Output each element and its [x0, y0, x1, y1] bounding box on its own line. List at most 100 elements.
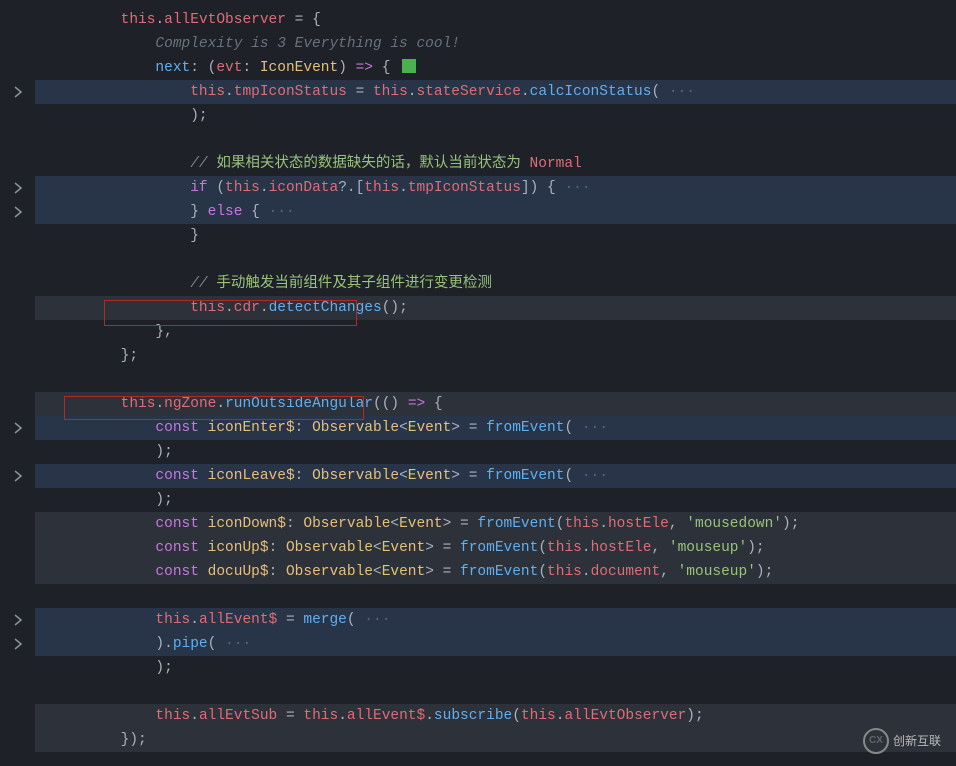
fold-marker: [0, 248, 35, 272]
token-punct: .: [338, 708, 347, 724]
token-method: fromEvent: [486, 420, 564, 436]
token-keyword: if: [190, 180, 207, 196]
token-this: this: [521, 708, 556, 724]
token-method: detectChanges: [269, 300, 382, 316]
token-punct: );: [190, 108, 207, 124]
code-line[interactable]: const iconUp$: Observable<Event> = fromE…: [35, 536, 956, 560]
code-line[interactable]: // 手动触发当前组件及其子组件进行变更检测: [35, 272, 956, 296]
token-prop: cdr: [234, 300, 260, 316]
token-punct: (: [347, 612, 356, 628]
token-punct: .: [225, 300, 234, 316]
fold-marker: [0, 536, 35, 560]
code-line[interactable]: });: [35, 728, 956, 752]
token-punct: .: [190, 612, 199, 628]
token-this: this: [155, 708, 190, 724]
code-line[interactable]: Complexity is 3 Everything is cool!: [35, 32, 956, 56]
token-type: Observable: [312, 420, 399, 436]
token-type: Event: [408, 420, 452, 436]
token-string: 'mouseup': [678, 564, 756, 580]
code-line[interactable]: [35, 584, 956, 608]
fold-marker: [0, 320, 35, 344]
token-punct: =: [347, 84, 373, 100]
fold-chevron-icon[interactable]: [0, 200, 35, 224]
token-punct: ((): [373, 396, 408, 412]
code-line[interactable]: [35, 248, 956, 272]
token-this: this: [225, 180, 260, 196]
token-method: fromEvent: [460, 540, 538, 556]
fold-marker: [0, 344, 35, 368]
code-line[interactable]: [35, 368, 956, 392]
code-line[interactable]: this.tmpIconStatus = this.stateService.c…: [35, 80, 956, 104]
token-punct: ,: [651, 540, 668, 556]
code-line[interactable]: [35, 128, 956, 152]
token-punct: .: [599, 516, 608, 532]
fold-marker: [0, 56, 35, 80]
fold-gutter: [0, 0, 35, 766]
code-line[interactable]: },: [35, 320, 956, 344]
token-punct: .: [190, 708, 199, 724]
token-punct: :: [295, 420, 312, 436]
token-const: iconLeave$: [208, 468, 295, 484]
token-punct: .: [582, 540, 591, 556]
fold-chevron-icon[interactable]: [0, 176, 35, 200]
token-punct: {: [373, 60, 399, 76]
code-line[interactable]: ).pipe( ···: [35, 632, 956, 656]
token-method: fromEvent: [460, 564, 538, 580]
token-this: this: [303, 708, 338, 724]
code-line[interactable]: next: (evt: IconEvent) => {: [35, 56, 956, 80]
code-line[interactable]: );: [35, 488, 956, 512]
fold-chevron-icon[interactable]: [0, 464, 35, 488]
token-type: Event: [408, 468, 452, 484]
token-prop: allEvtObserver: [564, 708, 686, 724]
code-line[interactable]: } else { ···: [35, 200, 956, 224]
token-punct: = {: [286, 12, 321, 28]
code-line[interactable]: this.ngZone.runOutsideAngular(() => {: [35, 392, 956, 416]
code-line[interactable]: this.allEvtSub = this.allEvent$.subscrib…: [35, 704, 956, 728]
token-commentgreen: 手动触发当前组件及其子组件进行变更检测: [216, 276, 492, 292]
token-comment: //: [190, 276, 216, 292]
token-type: IconEvent: [260, 60, 338, 76]
fold-chevron-icon[interactable]: [0, 416, 35, 440]
token-method: pipe: [173, 636, 208, 652]
token-this: this: [155, 612, 190, 628]
token-punct: .: [399, 180, 408, 196]
code-line[interactable]: const docuUp$: Observable<Event> = fromE…: [35, 560, 956, 584]
code-line[interactable]: // 如果相关状态的数据缺失的话，默认当前状态为 Normal: [35, 152, 956, 176]
code-line[interactable]: this.allEvent$ = merge( ···: [35, 608, 956, 632]
token-punct: ,: [660, 564, 677, 580]
token-prop: tmpIconStatus: [234, 84, 347, 100]
fold-chevron-icon[interactable]: [0, 632, 35, 656]
token-hint: Complexity is 3 Everything is cool!: [155, 36, 460, 52]
token-punct: ,: [669, 516, 686, 532]
code-editor[interactable]: this.allEvtObserver = { Complexity is 3 …: [0, 0, 956, 766]
code-line[interactable]: );: [35, 656, 956, 680]
code-line[interactable]: [35, 680, 956, 704]
token-type: Observable: [286, 540, 373, 556]
code-line[interactable]: const iconLeave$: Observable<Event> = fr…: [35, 464, 956, 488]
token-method: fromEvent: [486, 468, 564, 484]
code-line[interactable]: const iconEnter$: Observable<Event> = fr…: [35, 416, 956, 440]
code-line[interactable]: }: [35, 224, 956, 248]
code-line[interactable]: if (this.iconData?.[this.tmpIconStatus])…: [35, 176, 956, 200]
token-punct: (: [538, 540, 547, 556]
token-this: this: [547, 540, 582, 556]
token-punct: .: [155, 12, 164, 28]
fold-chevron-icon[interactable]: [0, 80, 35, 104]
token-punct: {: [425, 396, 442, 412]
fold-marker: [0, 512, 35, 536]
code-line[interactable]: );: [35, 440, 956, 464]
code-line[interactable]: };: [35, 344, 956, 368]
watermark-icon: CX: [863, 728, 889, 754]
code-line[interactable]: );: [35, 104, 956, 128]
token-dim: ···: [556, 180, 591, 196]
code-line[interactable]: const iconDown$: Observable<Event> = fro…: [35, 512, 956, 536]
token-punct: (: [208, 180, 225, 196]
token-punct: }: [190, 228, 199, 244]
code-line[interactable]: this.allEvtObserver = {: [35, 8, 956, 32]
token-punct: :: [242, 60, 259, 76]
token-punct: ).: [155, 636, 172, 652]
code-line[interactable]: this.cdr.detectChanges();: [35, 296, 956, 320]
code-area[interactable]: this.allEvtObserver = { Complexity is 3 …: [35, 0, 956, 766]
fold-chevron-icon[interactable]: [0, 608, 35, 632]
token-dim: ···: [660, 84, 695, 100]
